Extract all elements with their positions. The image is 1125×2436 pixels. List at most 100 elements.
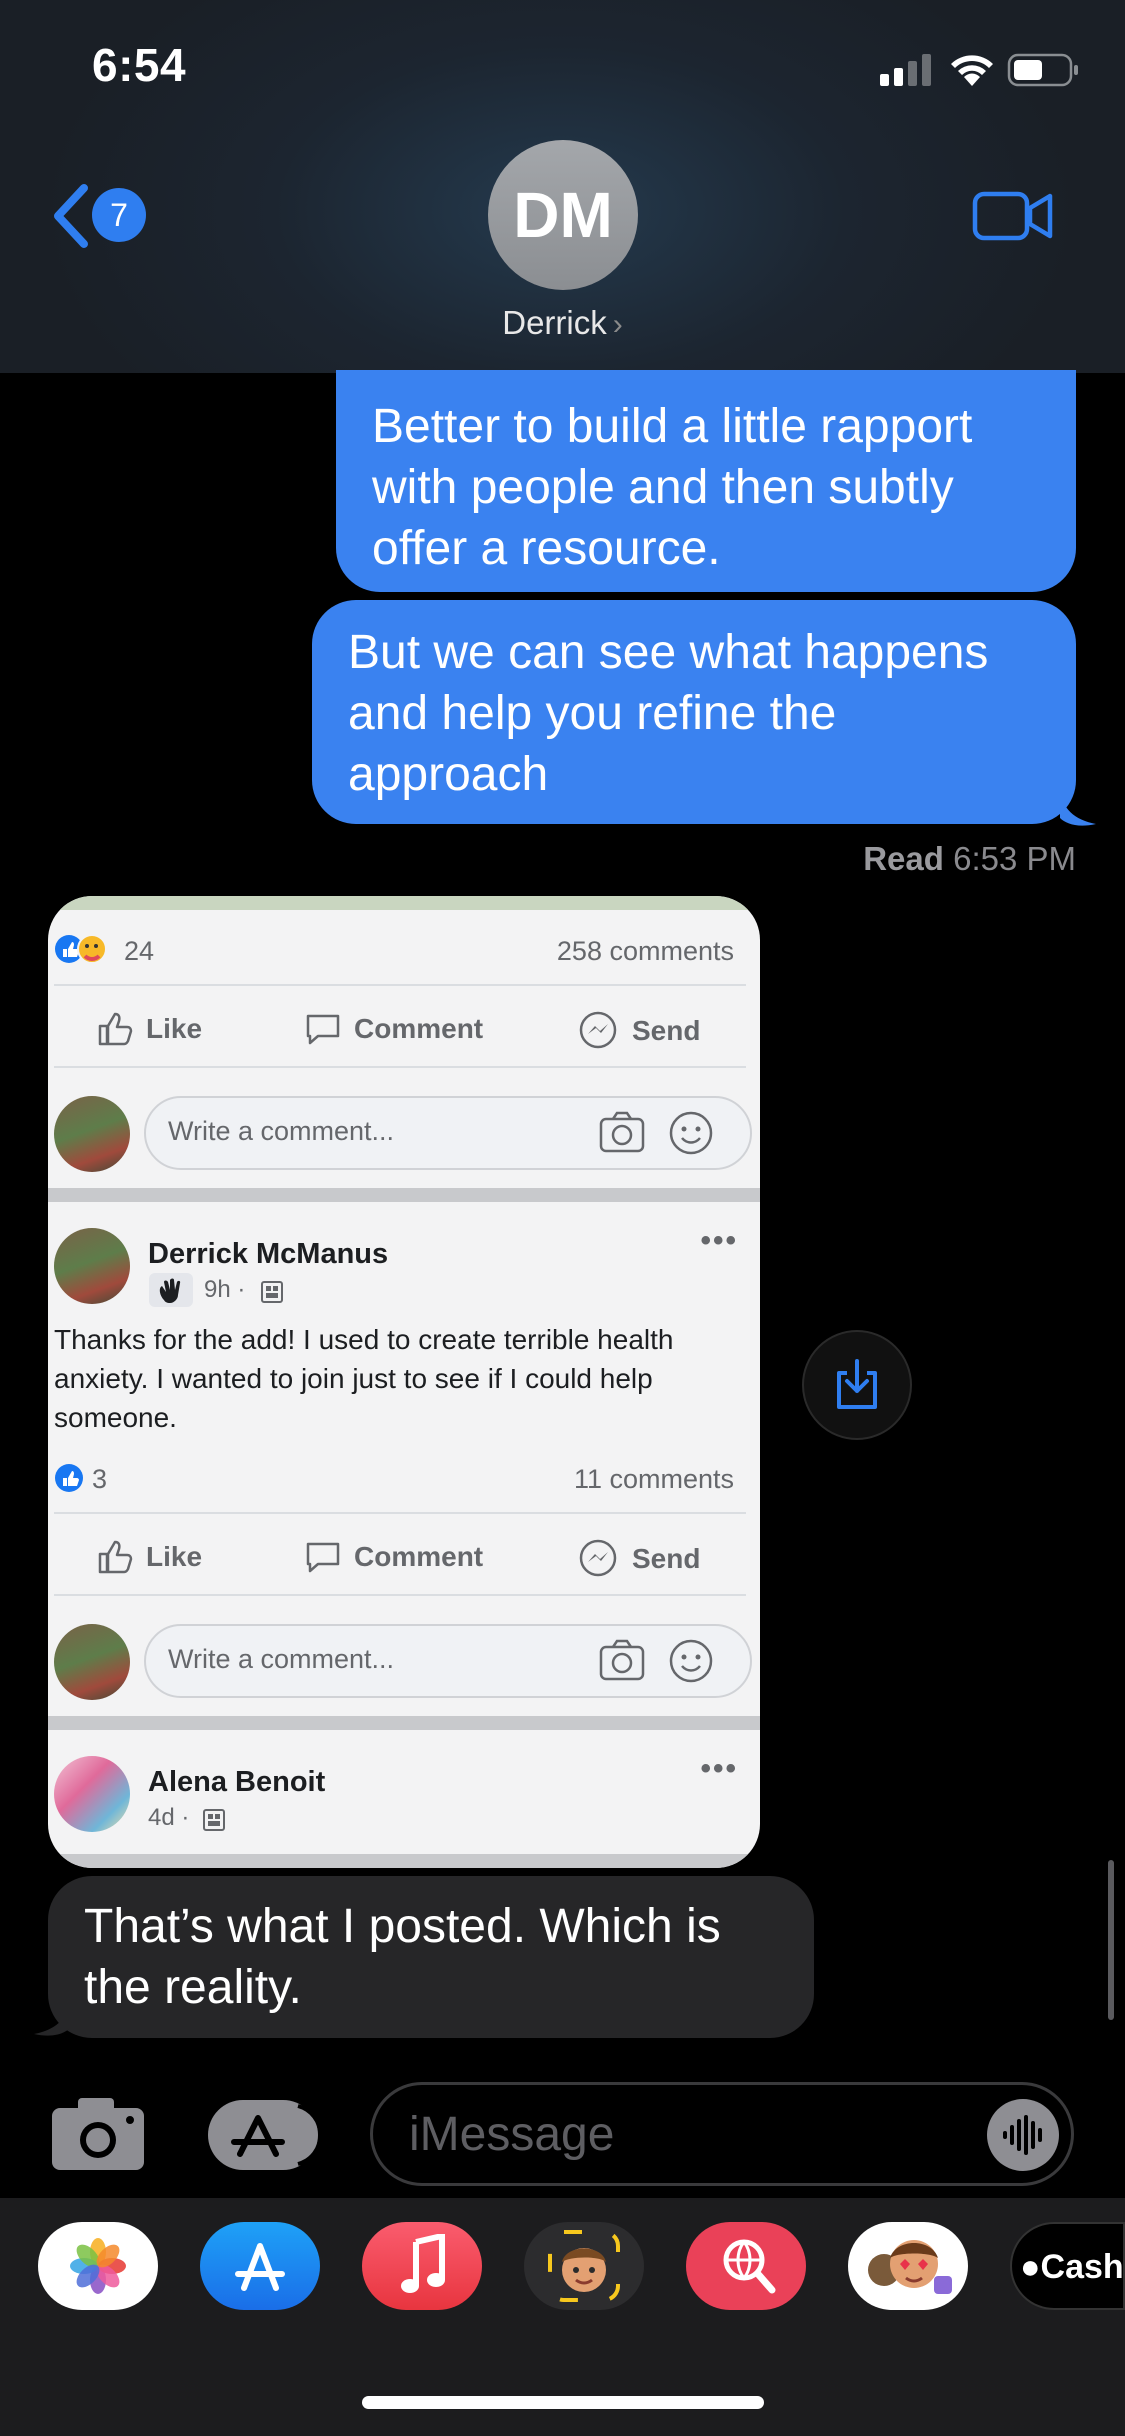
memoji-face-icon bbox=[548, 2230, 620, 2302]
thumbs-up-icon bbox=[98, 1012, 133, 1046]
scrollbar[interactable] bbox=[1108, 1860, 1114, 2020]
app-store-icon bbox=[231, 2115, 285, 2157]
thumbs-up-icon bbox=[98, 1540, 133, 1574]
bubble-tail bbox=[1060, 790, 1096, 826]
imessage-placeholder: iMessage bbox=[409, 2108, 615, 2161]
comment-label: Comment bbox=[354, 1013, 484, 1044]
reaction-icons bbox=[55, 934, 107, 964]
music-app-button[interactable] bbox=[362, 2222, 482, 2310]
chevron-right-icon: › bbox=[612, 308, 623, 341]
app-store-drawer-button[interactable] bbox=[208, 2100, 323, 2170]
comment-count: 258 comments bbox=[556, 936, 734, 966]
image-search-app-button[interactable] bbox=[686, 2222, 806, 2310]
comment-placeholder: Write a comment... bbox=[168, 1644, 395, 1674]
post-time: 9h · bbox=[204, 1276, 246, 1303]
facetime-video-icon[interactable] bbox=[972, 188, 1054, 244]
like-label: Like bbox=[146, 1541, 203, 1572]
cellular-signal-icon bbox=[880, 54, 931, 86]
emoji-icon[interactable] bbox=[668, 1110, 714, 1156]
music-note-icon bbox=[401, 2234, 445, 2293]
contact-avatar[interactable]: DM bbox=[488, 140, 638, 290]
battery-icon bbox=[1007, 53, 1078, 87]
post-text: Thanks for the add! I used to create ter… bbox=[54, 1324, 674, 1433]
author-name[interactable]: Derrick McManus bbox=[148, 1238, 388, 1271]
camera-icon[interactable] bbox=[598, 1638, 646, 1682]
status-icons bbox=[880, 53, 1078, 87]
image-bottom-strip bbox=[48, 1854, 760, 1868]
send-button[interactable]: Send bbox=[578, 1538, 700, 1580]
messenger-icon bbox=[579, 1011, 617, 1049]
divider bbox=[54, 984, 746, 986]
message-text: Better to build a little rapport with pe… bbox=[372, 400, 973, 575]
apple-cash-app-button[interactable]: ●Cash bbox=[1010, 2222, 1125, 2310]
comment-input[interactable]: Write a comment... bbox=[144, 1096, 752, 1170]
outgoing-message-bubble[interactable]: But we can see what happens and help you… bbox=[312, 600, 1076, 824]
more-options-icon[interactable]: ••• bbox=[700, 1752, 738, 1786]
animoji-stickers-icon bbox=[868, 2240, 952, 2294]
author-avatar[interactable] bbox=[54, 1756, 130, 1832]
memoji-app-button[interactable] bbox=[524, 2222, 644, 2310]
camera-icon[interactable] bbox=[598, 1110, 646, 1154]
read-time: 6:53 PM bbox=[953, 840, 1076, 877]
user-avatar bbox=[54, 1624, 130, 1700]
save-to-files-button[interactable] bbox=[802, 1330, 912, 1440]
imessage-input[interactable]: iMessage bbox=[370, 2082, 1074, 2186]
speech-bubble-icon bbox=[306, 1014, 340, 1045]
read-label: Read bbox=[863, 840, 944, 877]
user-avatar bbox=[54, 1096, 130, 1172]
comment-input[interactable]: Write a comment... bbox=[144, 1624, 752, 1698]
photos-icon bbox=[70, 2238, 126, 2294]
reaction-count: 3 bbox=[92, 1464, 108, 1494]
comment-placeholder: Write a comment... bbox=[168, 1116, 395, 1146]
comment-button[interactable]: Comment bbox=[304, 1010, 483, 1048]
group-privacy-icon bbox=[203, 1809, 225, 1831]
post-separator bbox=[48, 1188, 760, 1202]
send-button[interactable]: Send bbox=[578, 1010, 700, 1052]
waveform-icon bbox=[1003, 2115, 1042, 2155]
send-label: Send bbox=[632, 1015, 701, 1046]
back-chevron-icon[interactable] bbox=[48, 182, 92, 250]
message-text: That’s what I posted. Which is the reali… bbox=[84, 1900, 721, 2014]
wifi-icon bbox=[951, 55, 993, 86]
emoji-icon[interactable] bbox=[668, 1638, 714, 1684]
app-store-app-button[interactable] bbox=[200, 2222, 320, 2310]
conversation-header: 6:54 7 DM Derrick › bbox=[0, 0, 1125, 373]
outgoing-message-bubble[interactable]: Better to build a little rapport with pe… bbox=[336, 370, 1076, 592]
group-privacy-icon bbox=[261, 1281, 283, 1303]
like-label: Like bbox=[146, 1013, 203, 1044]
apple-cash-label: ●Cash bbox=[1020, 2248, 1124, 2286]
apple-logo-icon: ● bbox=[1020, 2248, 1041, 2286]
image-top-strip bbox=[48, 896, 760, 910]
camera-button[interactable] bbox=[50, 2096, 148, 2172]
download-share-icon bbox=[837, 1359, 877, 1409]
audio-message-button[interactable] bbox=[987, 2099, 1059, 2171]
read-receipt: Read 6:53 PM bbox=[700, 840, 1076, 878]
author-name[interactable]: Alena Benoit bbox=[148, 1766, 325, 1799]
like-button[interactable]: Like bbox=[96, 1010, 202, 1048]
comment-button[interactable]: Comment bbox=[304, 1538, 483, 1576]
camera-icon bbox=[52, 2098, 144, 2170]
post-time: 4d · bbox=[148, 1804, 190, 1831]
like-reaction-icon bbox=[55, 1464, 83, 1492]
reaction-count: 24 bbox=[124, 936, 155, 966]
author-avatar[interactable] bbox=[54, 1228, 130, 1304]
post-separator bbox=[48, 1716, 760, 1730]
photos-app-button[interactable] bbox=[38, 2222, 158, 2310]
status-time: 6:54 bbox=[92, 39, 187, 91]
divider bbox=[54, 1066, 746, 1068]
more-options-icon[interactable]: ••• bbox=[700, 1224, 738, 1258]
bubble-tail bbox=[34, 2000, 70, 2036]
screenshot-image-attachment[interactable]: 24 258 comments Like Comment Send Write … bbox=[48, 896, 760, 1868]
speech-bubble-icon bbox=[306, 1542, 340, 1573]
divider bbox=[54, 1512, 746, 1514]
wave-badge-icon bbox=[149, 1273, 193, 1307]
divider bbox=[54, 1594, 746, 1596]
like-button[interactable]: Like bbox=[96, 1538, 202, 1576]
unread-count-badge[interactable]: 7 bbox=[92, 188, 146, 242]
home-indicator[interactable] bbox=[362, 2396, 764, 2409]
app-store-icon bbox=[235, 2243, 285, 2291]
animoji-stickers-app-button[interactable] bbox=[848, 2222, 968, 2310]
incoming-message-bubble[interactable]: That’s what I posted. Which is the reali… bbox=[48, 1876, 814, 2038]
comment-label: Comment bbox=[354, 1541, 484, 1572]
contact-name-link[interactable]: Derrick › bbox=[0, 304, 1125, 342]
